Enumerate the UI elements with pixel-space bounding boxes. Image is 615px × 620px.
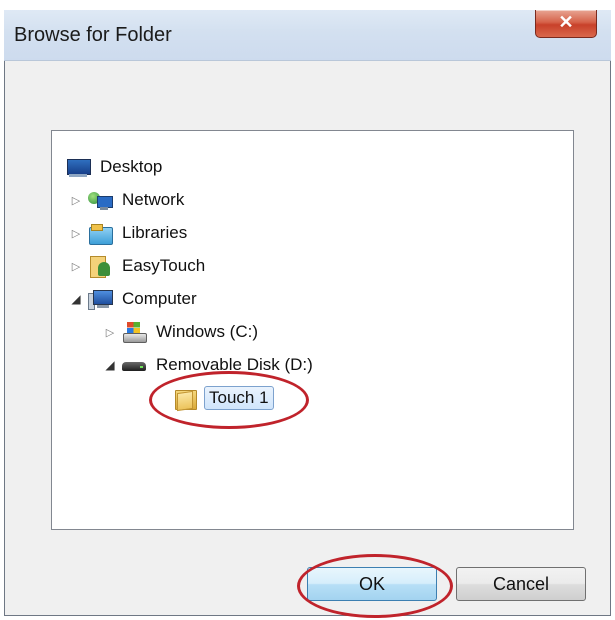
tree-node-computer[interactable]: ◢ Computer (68, 285, 201, 313)
tree-node-removable-disk-d[interactable]: ◢ Removable Disk (D:) (102, 351, 317, 379)
collapse-arrow-icon[interactable]: ◢ (68, 292, 84, 306)
collapse-arrow-icon[interactable]: ◢ (102, 358, 118, 372)
libraries-icon (88, 223, 113, 245)
title-bar[interactable]: Browse for Folder ✕ (4, 10, 611, 61)
cancel-button[interactable]: Cancel (456, 567, 586, 601)
close-icon: ✕ (558, 12, 574, 32)
tree-node-label: Desktop (100, 157, 163, 176)
ok-button[interactable]: OK (307, 567, 437, 601)
tree-node-libraries[interactable]: ▷ Libraries (68, 219, 191, 247)
expand-arrow-icon[interactable]: ▷ (68, 227, 84, 240)
tree-node-windows-c[interactable]: ▷ Windows (C:) (102, 318, 262, 346)
computer-icon (88, 289, 113, 310)
expand-arrow-icon[interactable]: ▷ (102, 326, 118, 339)
removable-disk-icon (122, 355, 146, 375)
close-button[interactable]: ✕ (535, 10, 597, 38)
tree-node-desktop[interactable]: Desktop (62, 153, 166, 181)
tree-node-label-selected: Touch 1 (204, 386, 274, 410)
network-icon (88, 190, 113, 210)
dialog-title: Browse for Folder (14, 24, 172, 46)
folder-icon (174, 388, 198, 412)
tree-node-label: Computer (122, 289, 197, 308)
tree-node-easytouch[interactable]: ▷ EasyTouch (68, 252, 209, 280)
desktop-icon (66, 157, 91, 177)
windows-drive-icon (122, 322, 147, 343)
folder-tree[interactable]: Desktop ▷ Network ▷ Libraries ▷ EasyTouc… (51, 130, 574, 530)
expand-arrow-icon[interactable]: ▷ (68, 260, 84, 273)
tree-node-label: Removable Disk (D:) (156, 355, 313, 374)
tree-node-label: Libraries (122, 223, 188, 242)
tree-node-touch-1[interactable]: Touch 1 (170, 384, 274, 412)
tree-node-label: EasyTouch (122, 256, 206, 275)
tree-node-label: Network (122, 190, 185, 209)
browse-for-folder-dialog: Browse for Folder ✕ Desktop ▷ Network ▷ … (4, 10, 611, 618)
user-folder-icon (88, 256, 112, 278)
expand-arrow-icon[interactable]: ▷ (68, 194, 84, 207)
tree-node-network[interactable]: ▷ Network (68, 186, 188, 214)
tree-node-label: Windows (C:) (156, 322, 259, 341)
